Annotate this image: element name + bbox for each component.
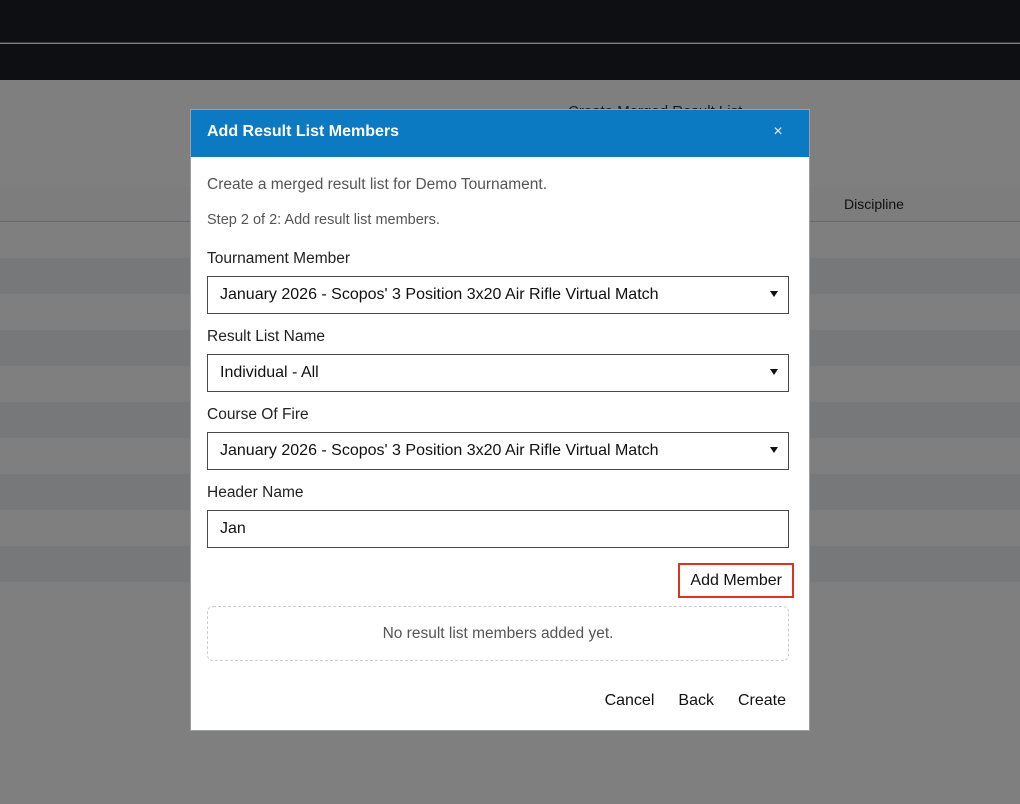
course-of-fire-value: January 2026 - Scopos' 3 Position 3x20 A… xyxy=(220,442,659,459)
members-list-empty-state: No result list members added yet. xyxy=(207,606,789,661)
result-list-name-value: Individual - All xyxy=(220,364,319,381)
add-member-button[interactable]: Add Member xyxy=(678,563,794,598)
modal-body: Create a merged result list for Demo Tou… xyxy=(191,176,809,661)
cancel-button[interactable]: Cancel xyxy=(605,692,655,710)
course-of-fire-select[interactable]: January 2026 - Scopos' 3 Position 3x20 A… xyxy=(207,432,789,470)
chevron-down-icon xyxy=(770,291,778,297)
header-name-label: Header Name xyxy=(207,484,304,501)
tournament-member-value: January 2026 - Scopos' 3 Position 3x20 A… xyxy=(220,286,659,303)
modal-header: Add Result List Members × xyxy=(191,110,809,157)
chevron-down-icon xyxy=(770,369,778,375)
course-of-fire-label: Course Of Fire xyxy=(207,406,309,423)
modal-footer: Cancel Back Create xyxy=(605,692,786,710)
back-button[interactable]: Back xyxy=(678,692,714,710)
add-member-row: Add Member xyxy=(207,548,794,598)
result-list-name-select[interactable]: Individual - All xyxy=(207,354,789,392)
step-indicator: Step 2 of 2: Add result list members. xyxy=(207,212,440,228)
tournament-member-label: Tournament Member xyxy=(207,250,351,267)
modal-title: Add Result List Members xyxy=(207,122,400,140)
tournament-member-select[interactable]: January 2026 - Scopos' 3 Position 3x20 A… xyxy=(207,276,789,314)
add-result-list-members-dialog: Add Result List Members × Create a merge… xyxy=(190,109,810,731)
empty-members-text: No result list members added yet. xyxy=(382,624,614,642)
chevron-down-icon xyxy=(770,447,778,453)
header-name-input[interactable] xyxy=(207,510,789,548)
close-icon[interactable]: × xyxy=(771,124,785,140)
create-button[interactable]: Create xyxy=(738,692,786,710)
result-list-name-label: Result List Name xyxy=(207,328,326,345)
intro-text: Create a merged result list for Demo Tou… xyxy=(207,176,548,193)
